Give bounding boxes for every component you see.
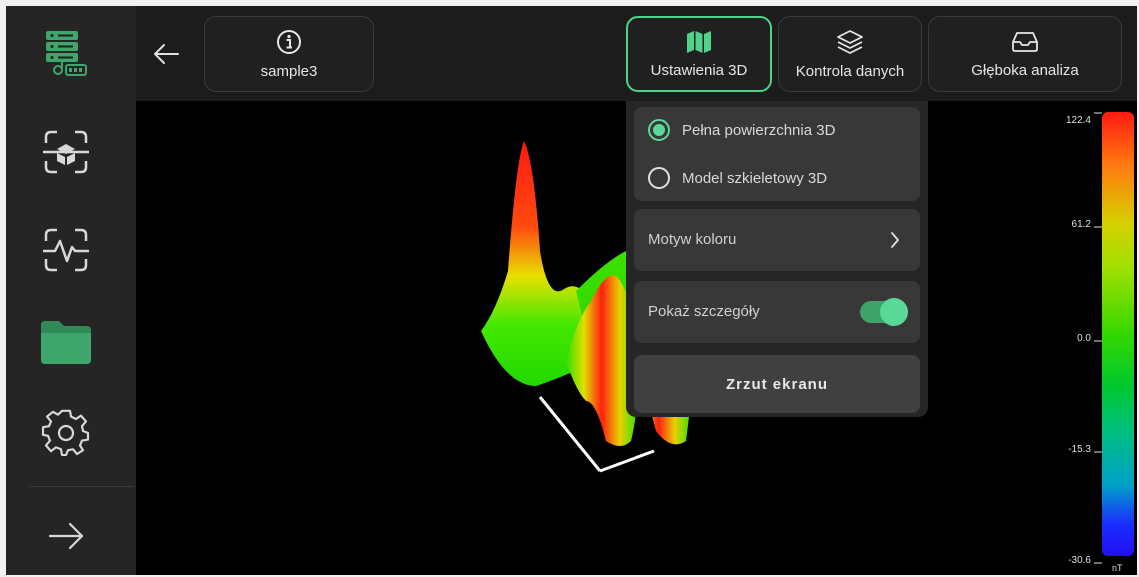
scale-tick-label: 122.4 [1066, 115, 1091, 126]
top-bar: sample3 Ustawienia 3D Kontrola danych Gł… [136, 6, 1137, 101]
color-theme-row[interactable]: Motyw koloru [634, 209, 920, 271]
show-details-toggle[interactable] [860, 298, 908, 326]
render-mode-option-full-surface[interactable]: Pełna powierzchnia 3D [648, 119, 835, 141]
tab-3d-settings-label: Ustawienia 3D [650, 61, 748, 79]
tab-deep-analysis-label: Głęboka analiza [971, 61, 1079, 79]
scale-tick-label: -15.3 [1068, 444, 1091, 455]
sidebar-item-device[interactable] [36, 24, 96, 84]
sidebar-expand-button[interactable] [36, 506, 96, 566]
scale-tick-label: -30.6 [1068, 555, 1091, 566]
scale-unit: nT [1112, 563, 1123, 573]
tab-data-control[interactable]: Kontrola danych [778, 16, 922, 92]
tab-3d-settings[interactable]: Ustawienia 3D [626, 16, 772, 92]
render-mode-group: Pełna powierzchnia 3D Model szkieletowy … [634, 107, 920, 201]
sidebar-item-signal-scan[interactable] [36, 220, 96, 280]
color-scale-bar [1102, 112, 1134, 556]
scale-tick-label: 61.2 [1072, 219, 1092, 230]
axis-y-line [599, 449, 655, 473]
layers-icon [837, 29, 863, 54]
color-theme-label: Motyw koloru [648, 231, 737, 248]
toggle-knob [880, 298, 908, 326]
arrow-left-icon [154, 44, 179, 64]
scale-tick-label: 0.0 [1077, 333, 1091, 344]
sample-info-button[interactable]: sample3 [204, 16, 374, 92]
arrow-right-icon [48, 522, 84, 550]
screenshot-button-label: Zrzut ekranu [725, 375, 828, 393]
axis-x-line [538, 396, 602, 472]
sample-name: sample3 [260, 62, 318, 80]
tab-deep-analysis[interactable]: Głęboka analiza [928, 16, 1122, 92]
render-mode-option-label: Model szkieletowy 3D [682, 169, 828, 187]
inbox-icon [1012, 31, 1038, 52]
server-icon [46, 31, 87, 76]
tab-data-control-label: Kontrola danych [795, 62, 905, 80]
sidebar-item-3d-scan[interactable] [36, 122, 96, 182]
chevron-right-icon [891, 232, 899, 248]
sidebar-item-files[interactable] [36, 312, 96, 372]
screenshot-button[interactable]: Zrzut ekranu [634, 355, 920, 413]
render-mode-option-wireframe[interactable]: Model szkieletowy 3D [648, 167, 827, 189]
sidebar [6, 6, 136, 575]
render-mode-option-label: Pełna powierzchnia 3D [682, 121, 836, 139]
app-window: sample3 Ustawienia 3D Kontrola danych Gł… [6, 6, 1137, 575]
3d-settings-panel: Pełna powierzchnia 3D Model szkieletowy … [626, 101, 928, 417]
show-details-label: Pokaż szczegóły [648, 303, 760, 320]
sidebar-item-settings[interactable] [36, 404, 96, 464]
radio-unselected-icon[interactable] [648, 167, 670, 189]
sidebar-divider [30, 486, 134, 487]
scan-3d-icon [43, 130, 89, 174]
map-icon [687, 30, 711, 53]
gear-icon [41, 409, 90, 457]
show-details-row: Pokaż szczegóły [634, 281, 920, 343]
back-button[interactable] [146, 36, 186, 72]
scan-pulse-icon [43, 228, 89, 272]
folder-icon [41, 321, 91, 364]
info-icon [277, 29, 301, 54]
radio-selected-icon[interactable] [648, 119, 670, 141]
